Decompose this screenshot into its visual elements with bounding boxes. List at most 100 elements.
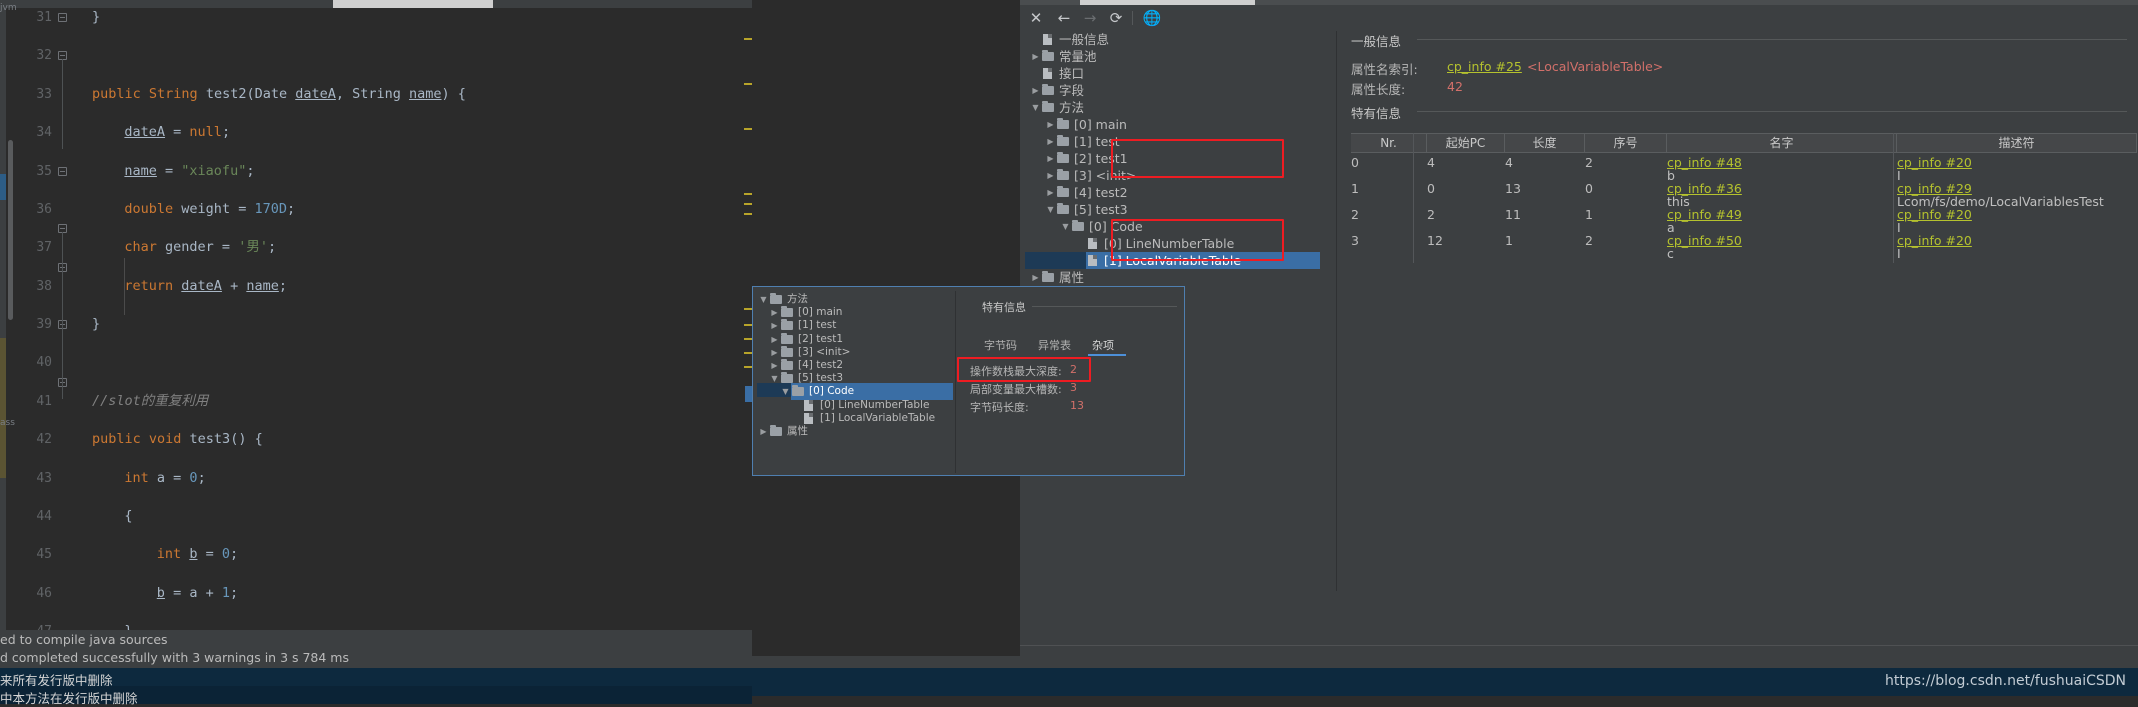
code-line[interactable]: 37 char gender = '男'; — [6, 238, 752, 257]
cell-name-link[interactable]: cp_info #49 — [1667, 207, 1742, 222]
code-line[interactable]: 39} — [6, 315, 752, 334]
build-output-line-4-row[interactable]: 中本方法在发行版中删除 — [0, 686, 752, 706]
code-token: 1 — [221, 584, 230, 601]
line-number: 36 — [36, 201, 52, 217]
tree-node[interactable]: 接口 — [1025, 65, 1320, 82]
folder-icon — [1057, 203, 1069, 214]
cell-descriptor-link[interactable]: cp_info #20 — [1897, 155, 1972, 170]
jclasslib-toolbar[interactable]: ✕ ← → ⟳ 🌐 — [1020, 5, 2138, 31]
general-info-rule — [1417, 39, 2127, 40]
code-line[interactable]: 44 { — [6, 507, 752, 526]
file-icon — [1043, 34, 1052, 45]
chevron-right-icon[interactable]: ▶ — [1045, 116, 1056, 133]
chevron-down-icon[interactable]: ▼ — [769, 370, 780, 387]
tree-node[interactable]: ▶ [3] <init> — [1025, 167, 1320, 184]
chevron-down-icon[interactable]: ▼ — [1045, 201, 1056, 218]
chevron-right-icon[interactable]: ▶ — [758, 423, 769, 440]
chevron-down-icon[interactable]: ▼ — [1060, 218, 1071, 235]
code-line[interactable]: 45 int b = 0; — [6, 545, 752, 564]
cell-descriptor-link[interactable]: cp_info #20 — [1897, 233, 1972, 248]
code-text: } — [124, 622, 132, 630]
chevron-right-icon[interactable]: ▶ — [1030, 82, 1041, 99]
tree-node[interactable]: ▶ 常量池 — [1025, 48, 1320, 65]
chevron-down-icon[interactable]: ▼ — [1030, 99, 1041, 116]
table-column-header[interactable]: 名字 — [1667, 134, 1897, 153]
code-line[interactable]: 35 name = "xiaofu"; — [6, 162, 752, 181]
tab-1[interactable]: 异常表 — [1038, 337, 1071, 353]
code-line[interactable]: 42 public void test3() { — [6, 430, 752, 449]
tree-node-icon — [1086, 252, 1101, 269]
cell-name-link[interactable]: cp_info #50 — [1667, 233, 1742, 248]
table-column-header[interactable]: 长度 — [1505, 134, 1585, 153]
cell-name-link[interactable]: cp_info #48 — [1667, 155, 1742, 170]
editor-tab-strip[interactable] — [0, 0, 752, 8]
tree-node[interactable]: 一般信息 — [1025, 31, 1320, 48]
table-column-header[interactable]: 描述符 — [1897, 134, 2137, 153]
table-column-header[interactable]: 起始PC — [1427, 134, 1505, 153]
tree-node[interactable]: ▶ [4] test2 — [1025, 184, 1320, 201]
folder-icon — [1057, 152, 1069, 163]
code-lines-container[interactable]: 31} 32 33 public String test2(Date dateA, S… — [6, 8, 752, 630]
code-line[interactable]: 47} — [6, 622, 752, 630]
chevron-right-icon[interactable]: ▶ — [1030, 48, 1041, 65]
tree-node[interactable]: ▶ 属性 — [757, 423, 953, 440]
file-icon — [1088, 238, 1097, 249]
tree-node[interactable]: [1] LocalVariableTable — [1086, 252, 1320, 269]
close-icon[interactable]: ✕ — [1026, 9, 1046, 27]
code-token: () { — [230, 431, 263, 448]
code-line[interactable]: 33 public String test2(Date dateA, String… — [6, 85, 752, 104]
tab-0[interactable]: 字节码 — [984, 337, 1017, 353]
code-line[interactable]: 38 return dateA + name; — [6, 277, 752, 296]
tree-node-icon — [1056, 184, 1071, 201]
chevron-right-icon[interactable]: ▶ — [1045, 150, 1056, 167]
code-token: '男' — [238, 239, 268, 256]
code-line[interactable]: 40 — [6, 353, 752, 372]
line-number: 43 — [36, 470, 52, 486]
code-line[interactable]: 43 int a = 0; — [6, 469, 752, 488]
build-output-line-3-row[interactable]: 来所有发行版中删除 — [0, 668, 752, 688]
reload-icon[interactable]: ⟳ — [1106, 9, 1126, 27]
code-token: = a + — [164, 584, 222, 601]
chevron-right-icon[interactable]: ▶ — [1030, 269, 1041, 286]
tree-node[interactable]: ▶ [0] main — [1025, 116, 1320, 133]
cell-descriptor-link[interactable]: cp_info #20 — [1897, 207, 1972, 222]
code-token: dateA — [295, 85, 336, 102]
code-attribute-overlay-window[interactable]: ▼ 方法 ▶ [0] main ▶ [1] test ▶ [2] test1 ▶ [3] <ini… — [752, 286, 1185, 476]
tree-node[interactable]: ▶ 属性 — [1025, 269, 1320, 286]
table-column-header[interactable]: Nr. — [1351, 134, 1427, 153]
tree-node[interactable]: ▶ 字段 — [1025, 82, 1320, 99]
folder-icon — [770, 425, 782, 436]
line-number: 40 — [36, 355, 52, 371]
chevron-right-icon[interactable]: ▶ — [1045, 167, 1056, 184]
tree-node[interactable]: ▼ [5] test3 — [1025, 201, 1320, 218]
globe-icon[interactable]: 🌐 — [1142, 9, 1162, 27]
tree-node[interactable]: ▶ [1] test — [1025, 133, 1320, 150]
chevron-right-icon[interactable]: ▶ — [1045, 133, 1056, 150]
code-token: test2 — [205, 85, 247, 102]
code-line[interactable]: 32 — [6, 46, 752, 65]
overlay-structure-tree[interactable]: ▼ 方法 ▶ [0] main ▶ [1] test ▶ [2] test1 ▶ [3] <ini… — [757, 291, 953, 473]
tab-2[interactable]: 杂项 — [1092, 337, 1114, 353]
tree-node[interactable]: [0] LineNumberTable — [1025, 235, 1320, 252]
chevron-right-icon[interactable]: ▶ — [1045, 184, 1056, 201]
code-token: ; — [286, 200, 296, 217]
code-editor[interactable]: jvm ass 31} 32 33 public String test2(Date … — [0, 0, 752, 630]
code-line[interactable]: 31} — [6, 8, 752, 27]
code-line[interactable]: 41 //slot的重复利用 — [6, 392, 752, 411]
active-tab-underline — [1088, 354, 1126, 356]
attribute-name-index-link[interactable]: cp_info #25 — [1447, 59, 1522, 74]
jclasslib-bottom-fill — [1020, 591, 2138, 656]
tree-node-label: 一般信息 — [1059, 32, 1110, 47]
tree-node[interactable]: ▶ [2] test1 — [1025, 150, 1320, 167]
active-editor-tab[interactable] — [333, 0, 493, 8]
code-line[interactable]: 36 double weight = 170D; — [6, 200, 752, 219]
table-column-header[interactable]: 序号 — [1585, 134, 1667, 153]
code-line[interactable]: 46 b = a + 1; — [6, 584, 752, 603]
code-token: null — [189, 124, 222, 141]
tree-node[interactable]: ▼ 方法 — [1025, 99, 1320, 116]
cell-index: 2 — [1585, 233, 1593, 248]
back-arrow-icon[interactable]: ← — [1054, 9, 1074, 27]
code-line[interactable]: 34 dateA = null; — [6, 123, 752, 142]
tree-node[interactable]: ▼ [0] Code — [1025, 218, 1320, 235]
code-token: 0 — [221, 546, 230, 563]
